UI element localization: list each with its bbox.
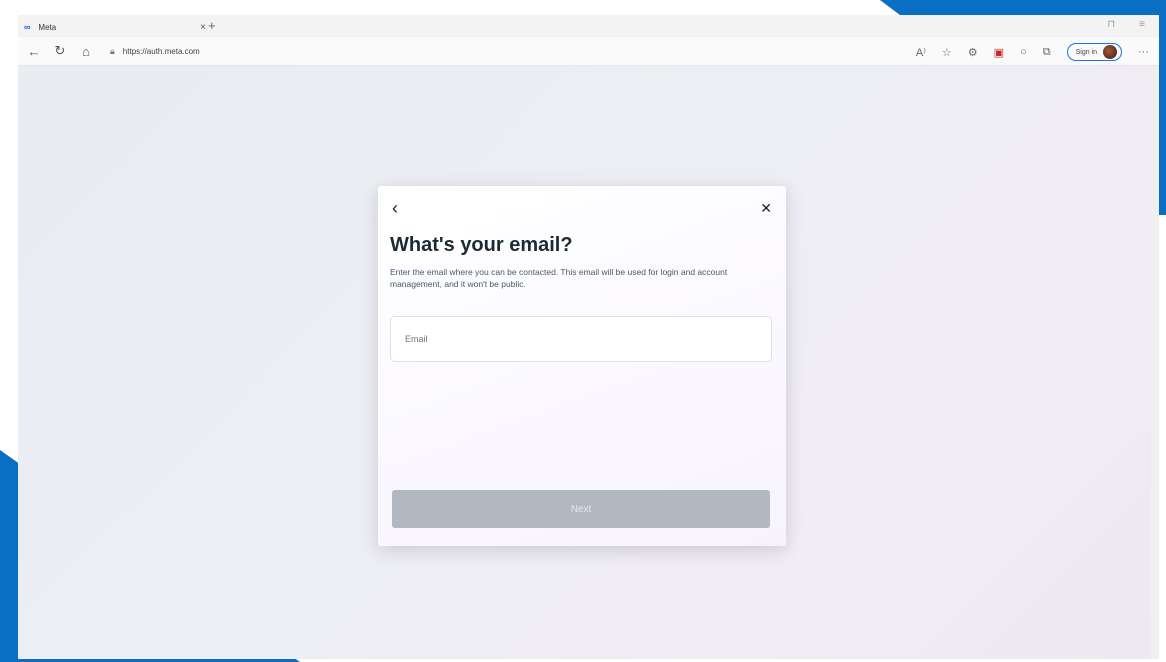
collections-icon[interactable]: ▣ — [994, 46, 1004, 59]
extensions-icon[interactable]: ⚙ — [968, 46, 978, 59]
signin-button[interactable]: Sign in — [1066, 43, 1122, 61]
window-close-icon[interactable]: ≡ — [1139, 19, 1145, 30]
minimize-icon[interactable]: ⊓ — [1107, 19, 1115, 30]
new-tab-button[interactable]: + — [208, 18, 216, 33]
url-text: https://auth.meta.com — [122, 46, 200, 56]
signin-label: Sign in — [1075, 48, 1097, 56]
scrollbar[interactable] — [1151, 66, 1159, 659]
refresh-icon[interactable]: ↻ — [50, 43, 70, 59]
favorites-icon[interactable]: ☆ — [942, 46, 952, 59]
circle-icon[interactable]: ○ — [1020, 46, 1027, 58]
page-viewport: ‹ ✕ What's your email? Enter the email w… — [18, 66, 1159, 659]
tab-title: Meta — [38, 22, 57, 32]
browser-tab[interactable]: ∞ Meta × — [24, 17, 210, 37]
read-aloud-icon[interactable]: A⁾ — [916, 46, 926, 59]
close-icon[interactable]: ✕ — [760, 200, 772, 217]
meta-logo-icon: ∞ — [24, 22, 31, 32]
dialog-title: What's your email? — [390, 234, 573, 256]
address-bar[interactable]: 🔒︎ https://auth.meta.com — [110, 46, 810, 57]
email-field[interactable] — [390, 316, 772, 362]
back-icon[interactable]: ‹ — [392, 198, 398, 219]
browser-window: ∞ Meta × + ⊓ ≡ ← ↻ ⌂ 🔒︎ https://auth.met… — [18, 15, 1159, 659]
browser-toolbar: ← ↻ ⌂ 🔒︎ https://auth.meta.com A⁾ ☆ ⚙ ▣ … — [18, 37, 1159, 66]
more-icon[interactable]: ··· — [1138, 46, 1149, 58]
copy-icon[interactable]: ⧉ — [1043, 46, 1051, 59]
profile-avatar — [1103, 45, 1117, 59]
lock-icon: 🔒︎ — [110, 45, 115, 56]
toolbar-icons: A⁾ ☆ ⚙ ▣ ○ ⧉ Sign in ··· — [916, 43, 1149, 61]
back-arrow-icon[interactable]: ← — [24, 44, 44, 59]
email-dialog: ‹ ✕ What's your email? Enter the email w… — [378, 186, 786, 546]
tab-close-icon[interactable]: × — [200, 22, 206, 33]
home-icon[interactable]: ⌂ — [76, 44, 96, 59]
tab-strip: ∞ Meta × + ⊓ ≡ — [18, 15, 1159, 37]
window-controls: ⊓ ≡ — [1107, 19, 1145, 30]
dialog-description: Enter the email where you can be contact… — [390, 267, 728, 289]
next-button[interactable]: Next — [392, 490, 770, 528]
